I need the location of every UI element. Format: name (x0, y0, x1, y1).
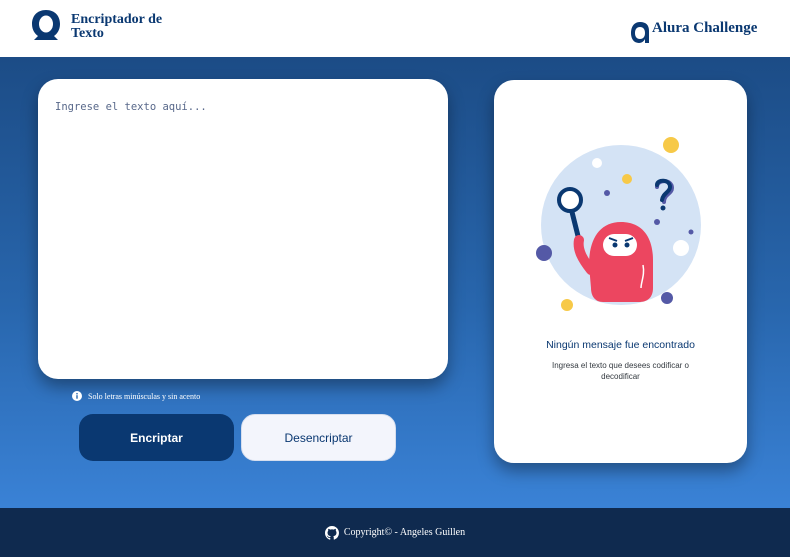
decrypt-button[interactable]: Desencriptar (241, 414, 396, 461)
output-subtitle: Ingresa el texto que desees codificar o … (552, 361, 689, 381)
input-card (38, 79, 448, 379)
alura-challenge-label: Alura Challenge (652, 20, 758, 36)
footer: Copyright© - Angeles Guillen (0, 508, 790, 557)
alura-a-logo-icon[interactable] (629, 15, 651, 45)
brand-title: Encriptador de Texto (71, 12, 163, 41)
search-character-illustration (536, 137, 701, 311)
main-section: Solo letras minúsculas y sin acento Encr… (0, 57, 790, 508)
output-card: Ningún mensaje fue encontrado Ingresa el… (494, 80, 747, 463)
text-input[interactable] (55, 101, 435, 361)
hint-text: Solo letras minúsculas y sin acento (88, 391, 201, 401)
header: Encriptador de Texto Alura Challenge (0, 0, 790, 57)
github-icon[interactable] (324, 525, 339, 540)
hint-row: Solo letras minúsculas y sin acento (72, 391, 200, 401)
alura-o-logo-icon[interactable] (30, 8, 62, 42)
info-icon (72, 391, 82, 401)
footer-copyright: Copyright© - Angeles Guillen (343, 527, 466, 538)
encrypt-button[interactable]: Encriptar (79, 414, 234, 461)
output-title: Ningún mensaje fue encontrado (546, 339, 695, 351)
